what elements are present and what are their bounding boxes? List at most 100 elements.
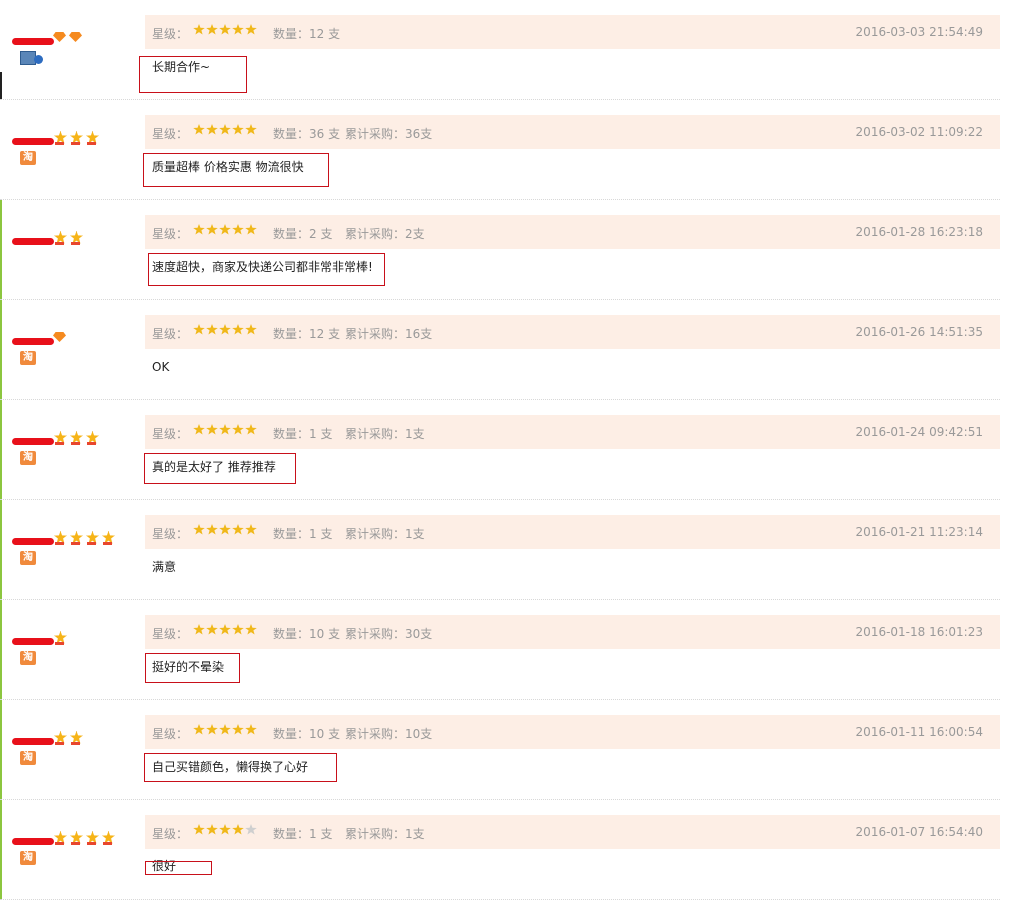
highlight-box	[145, 653, 240, 683]
diamond-icon	[52, 330, 67, 343]
star-filled-icon	[219, 724, 231, 735]
review-item: 淘星级： 数量： 1 支累计采购：1支 2016-01-07 16:54:40 很好	[0, 800, 1000, 900]
cumulative-purchase: 累计采购：1支	[345, 527, 425, 541]
taobao-icon: 淘	[20, 851, 36, 865]
review-date: 2016-03-03 21:54:49	[855, 25, 983, 39]
star-level-label: 星级：	[152, 527, 189, 541]
star-filled-icon	[206, 424, 218, 435]
cumulative-purchase: 累计采购：2支	[345, 227, 425, 241]
star-filled-icon	[193, 224, 205, 235]
quantity-label: 数量：	[273, 227, 310, 241]
star-filled-icon	[206, 224, 218, 235]
star-filled-icon	[206, 24, 218, 35]
quantity-label: 数量：	[273, 427, 310, 441]
review-meta-bar: 星级： 数量： 1 支累计采购：1支 2016-01-21 11:23:14	[145, 515, 1000, 549]
highlight-box	[145, 861, 212, 875]
left-edge-bar	[0, 400, 2, 500]
star-filled-icon	[206, 624, 218, 635]
star-filled-icon	[206, 824, 218, 835]
buyer-info	[12, 222, 137, 282]
review-comment: OK	[152, 360, 170, 374]
left-edge-bar	[0, 600, 2, 700]
star-filled-icon	[219, 824, 231, 835]
star-filled-icon	[193, 824, 205, 835]
crown-icon	[52, 530, 67, 545]
star-filled-icon	[232, 624, 244, 635]
redacted-username	[12, 538, 54, 545]
star-level-label: 星级：	[152, 727, 189, 741]
review-meta-bar: 星级： 数量： 1 支累计采购：1支 2016-01-24 09:42:51	[145, 415, 1000, 449]
cumulative-purchase: 累计采购：1支	[345, 427, 425, 441]
cumulative-purchase: 累计采购：10支	[345, 727, 433, 741]
review-item: 淘星级： 数量： 10 支累计采购：30支 2016-01-18 16:01:23 挺好…	[0, 600, 1000, 700]
review-meta-bar: 星级： 数量： 12 支 2016-03-03 21:54:49	[145, 15, 1000, 49]
buyer-credit-badges	[52, 630, 67, 645]
review-date: 2016-01-28 16:23:18	[855, 225, 983, 239]
verified-icon	[34, 55, 43, 64]
star-filled-icon	[219, 224, 231, 235]
star-filled-icon	[219, 524, 231, 535]
review-meta-bar: 星级： 数量： 10 支累计采购：10支 2016-01-11 16:00:54	[145, 715, 1000, 749]
review-meta-bar: 星级： 数量： 12 支累计采购：16支 2016-01-26 14:51:35	[145, 315, 1000, 349]
star-filled-icon	[219, 24, 231, 35]
review-meta-bar: 星级： 数量： 10 支累计采购：30支 2016-01-18 16:01:23	[145, 615, 1000, 649]
buyer-credit-badges	[52, 330, 67, 343]
redacted-username	[12, 738, 54, 745]
review-item: 星级： 数量： 2 支累计采购：2支 2016-01-28 16:23:18 速度超快，…	[0, 200, 1000, 300]
crown-icon	[84, 830, 99, 845]
review-meta-bar: 星级： 数量： 1 支累计采购：1支 2016-01-07 16:54:40	[145, 815, 1000, 849]
crown-icon	[52, 830, 67, 845]
star-level-label: 星级：	[152, 427, 189, 441]
star-level-label: 星级：	[152, 27, 189, 41]
buyer-info	[12, 22, 137, 82]
crown-icon	[68, 130, 83, 145]
quantity-label: 数量：	[273, 827, 310, 841]
crown-icon	[52, 630, 67, 645]
star-filled-icon	[206, 524, 218, 535]
star-filled-icon	[193, 24, 205, 35]
highlight-box	[139, 56, 247, 93]
star-filled-icon	[245, 424, 257, 435]
review-item: 淘 星级： 数量： 1 支累计采购：1支 2016-01-21 11:23:14 满意	[0, 500, 1000, 600]
quantity-label: 数量：	[273, 27, 310, 41]
star-filled-icon	[193, 424, 205, 435]
star-filled-icon	[245, 724, 257, 735]
crown-icon	[52, 130, 67, 145]
star-filled-icon	[245, 24, 257, 35]
quantity-value: 12 支	[309, 27, 341, 41]
buyer-credit-badges	[52, 830, 115, 845]
star-filled-icon	[232, 324, 244, 335]
redacted-username	[12, 438, 54, 445]
star-filled-icon	[206, 724, 218, 735]
star-filled-icon	[219, 624, 231, 635]
review-meta-bar: 星级： 数量： 2 支累计采购：2支 2016-01-28 16:23:18	[145, 215, 1000, 249]
crown-icon	[84, 130, 99, 145]
star-empty-icon	[245, 824, 257, 835]
star-filled-icon	[193, 624, 205, 635]
crown-icon	[84, 430, 99, 445]
review-date: 2016-01-07 16:54:40	[855, 825, 983, 839]
highlight-box	[144, 753, 337, 782]
buyer-info: 淘	[12, 322, 137, 382]
star-rating	[193, 524, 257, 535]
left-edge-bar	[0, 500, 2, 600]
review-date: 2016-01-26 14:51:35	[855, 325, 983, 339]
buyer-info: 淘	[12, 522, 137, 582]
highlight-box	[143, 153, 329, 187]
quantity-value: 10 支	[309, 727, 341, 741]
star-filled-icon	[193, 124, 205, 135]
review-meta-bar: 星级： 数量： 36 支累计采购：36支 2016-03-02 11:09:22	[145, 115, 1000, 149]
buyer-credit-badges	[52, 530, 115, 545]
diamond-icon	[52, 30, 67, 43]
star-filled-icon	[232, 724, 244, 735]
quantity-value: 1 支	[309, 427, 333, 441]
taobao-icon: 淘	[20, 551, 36, 565]
star-rating	[193, 724, 257, 735]
taobao-icon: 淘	[20, 651, 36, 665]
left-edge-bar	[0, 700, 2, 800]
star-rating	[193, 24, 257, 35]
star-rating	[193, 224, 257, 235]
review-date: 2016-01-18 16:01:23	[855, 625, 983, 639]
redacted-username	[12, 838, 54, 845]
buyer-credit-badges	[52, 30, 83, 43]
